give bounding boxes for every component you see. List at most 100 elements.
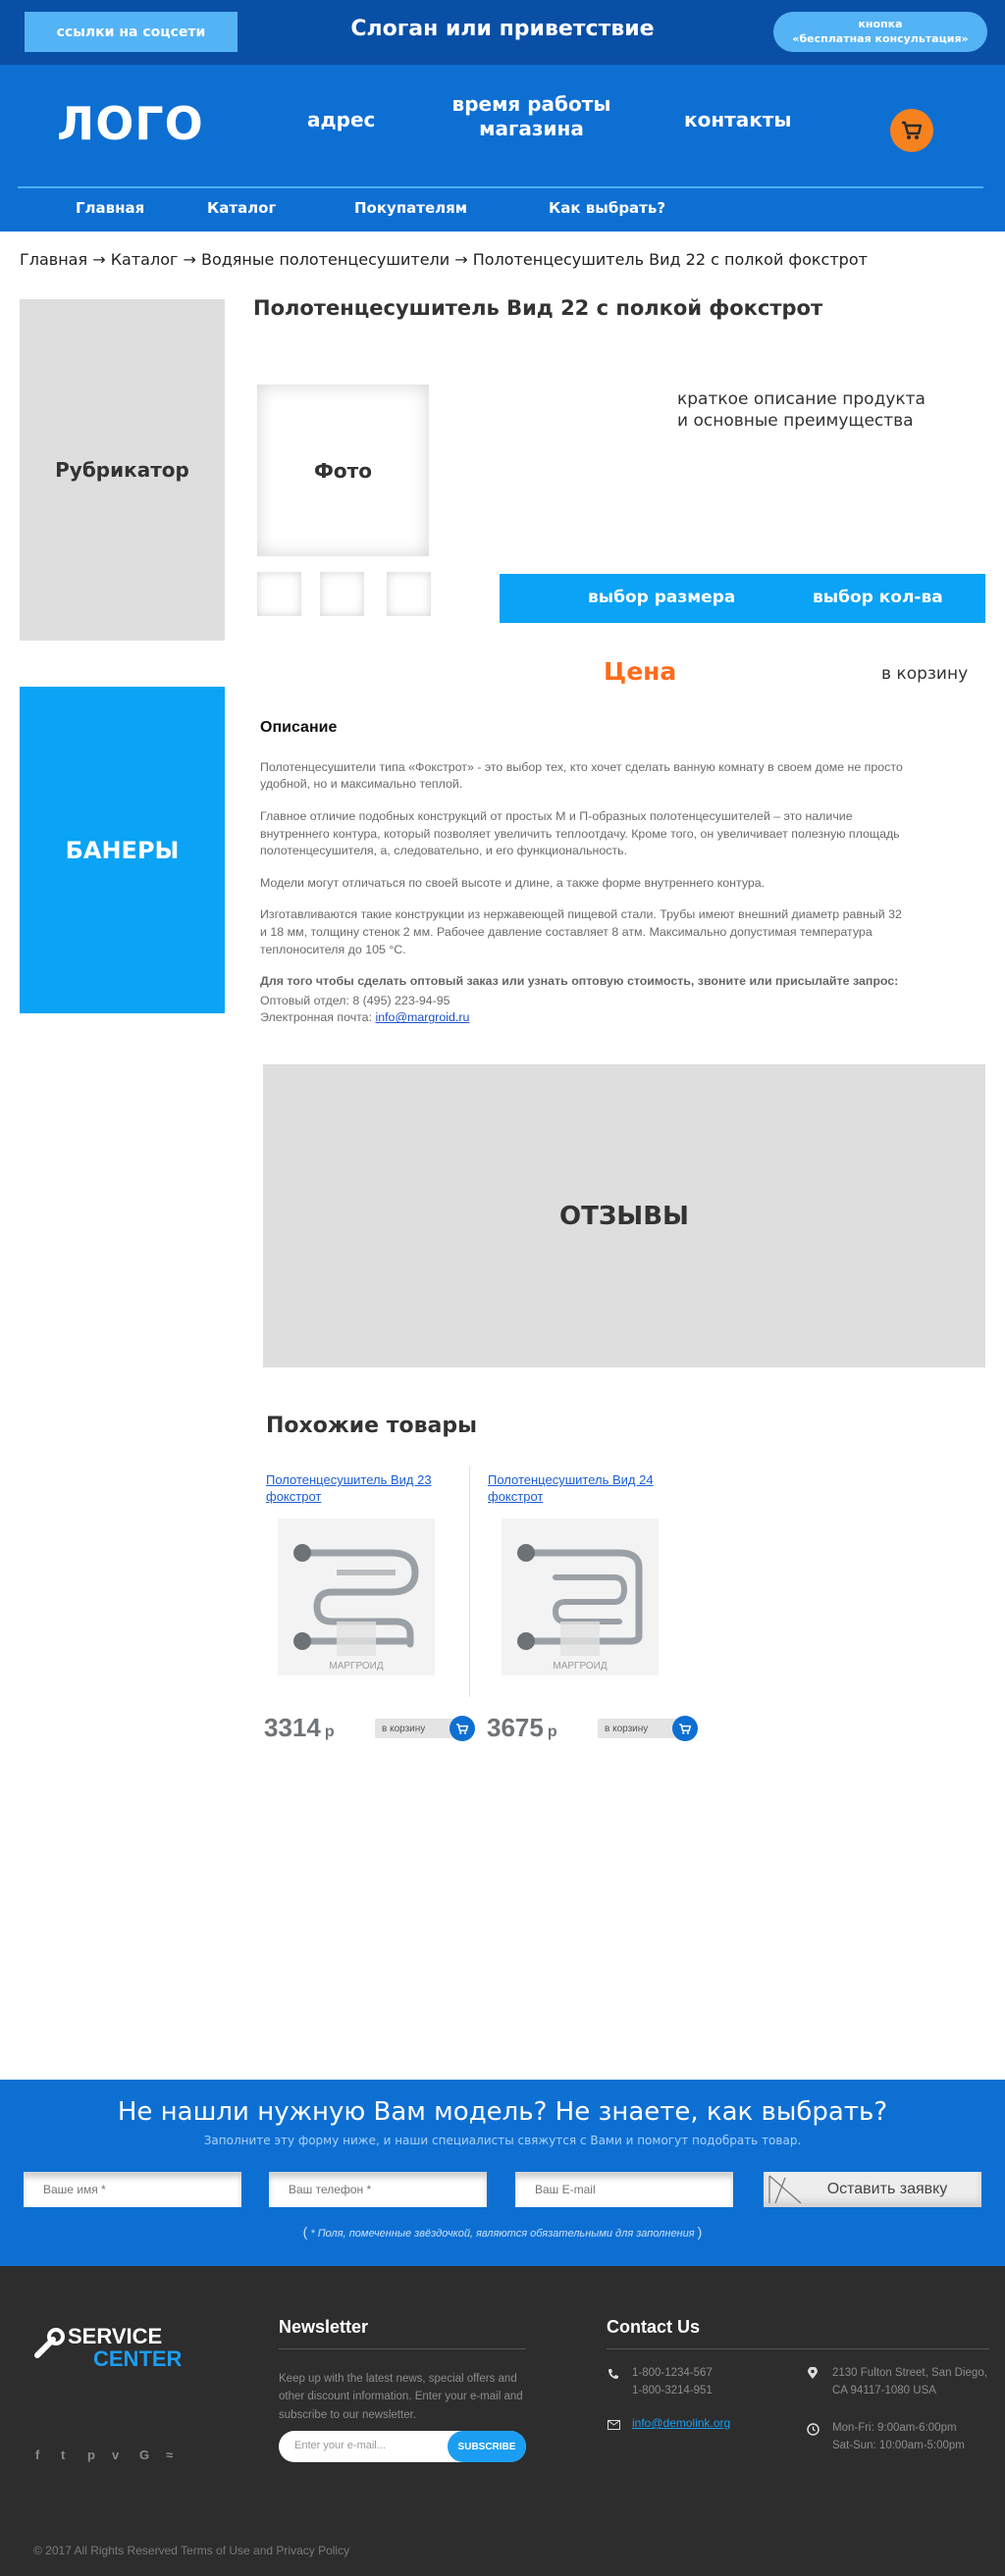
contact-divider bbox=[607, 2348, 989, 2349]
request-subtitle: Заполните эту форму ниже, и наши специал… bbox=[203, 2134, 802, 2147]
similar-product-image[interactable]: МАРГРОИД bbox=[502, 1519, 659, 1675]
menu-how-to-choose[interactable]: Как выбрать? bbox=[549, 199, 665, 217]
clock-icon bbox=[807, 2423, 820, 2436]
similar-divider bbox=[469, 1467, 470, 1697]
similar-add-to-cart-button[interactable]: в корзину bbox=[598, 1716, 698, 1741]
site-header: ЛОГО адрес время работы магазина контакт… bbox=[0, 65, 1005, 232]
required-fields-note: ( * Поля, помеченные звёздочкой, являютс… bbox=[0, 2224, 1005, 2240]
address-line-2: CA 94117-1080 USA bbox=[832, 2385, 936, 2396]
footer: SERVICE CENTER f t p v G ≈ Newsletter Ke… bbox=[0, 2266, 1005, 2576]
email-input[interactable] bbox=[515, 2172, 733, 2207]
address-link[interactable]: адрес bbox=[307, 108, 375, 132]
price-value: 3675 bbox=[487, 1713, 544, 1742]
product-thumbnail[interactable] bbox=[320, 572, 364, 616]
price-currency: р bbox=[324, 1724, 335, 1740]
newsletter-email-input[interactable]: Enter your e-mail... SUBSCRIBE bbox=[279, 2431, 526, 2462]
product-thumbnail[interactable] bbox=[257, 572, 301, 616]
wholesale-phone: Оптовый отдел: 8 (495) 223-94-95 bbox=[260, 993, 450, 1007]
similar-product-link[interactable]: Полотенцесушитель Вид 24 фокстрот bbox=[488, 1472, 674, 1506]
short-desc-line-1: краткое описание продукта bbox=[677, 389, 926, 409]
google-icon[interactable]: G bbox=[139, 2447, 149, 2462]
similar-product-image[interactable]: МАРГРОИД bbox=[278, 1519, 435, 1675]
hours-weekdays: Mon-Fri: 9:00am-6:00pm bbox=[832, 2422, 957, 2434]
banners-placeholder[interactable]: БАНЕРЫ bbox=[20, 687, 225, 1013]
phone-2: 1-800-3214-951 bbox=[632, 2385, 713, 2396]
email-label: Электронная почта: bbox=[260, 1010, 376, 1025]
hours-weekend: Sat-Sun: 10:00am-5:00pm bbox=[832, 2440, 965, 2451]
product-photo[interactable]: Фото bbox=[257, 385, 429, 556]
quantity-select[interactable]: выбор кол-ва bbox=[813, 588, 943, 607]
cart-label: в корзину bbox=[382, 1723, 426, 1734]
request-form-section: Не нашли нужную Вам модель? Не знаете, к… bbox=[0, 2080, 1005, 2266]
newsletter-divider bbox=[279, 2348, 526, 2349]
wholesale-email-link[interactable]: info@margroid.ru bbox=[375, 1010, 469, 1024]
request-title: Не нашли нужную Вам модель? Не знаете, к… bbox=[117, 2097, 888, 2127]
description-paragraph: Модели могут отличаться по своей высоте … bbox=[260, 875, 766, 890]
short-desc-line-2: и основные преимущества bbox=[677, 411, 914, 432]
options-bar: выбор размера выбор кол-ва bbox=[500, 574, 985, 623]
working-hours-link[interactable]: время работы магазина bbox=[450, 92, 613, 141]
description-paragraph: Изготавливаются такие конструкции из нер… bbox=[260, 907, 902, 956]
add-to-cart-button[interactable]: в корзину bbox=[881, 664, 968, 684]
description-heading: Описание bbox=[260, 719, 338, 736]
contact-email-link[interactable]: info@demolink.org bbox=[632, 2416, 730, 2430]
similar-product-link[interactable]: Полотенцесушитель Вид 23 фокстрот bbox=[266, 1472, 452, 1506]
brand-watermark: МАРГРОИД bbox=[553, 1661, 608, 1672]
phone-icon bbox=[608, 2369, 618, 2379]
product-short-description: краткое описание продукта и основные пре… bbox=[677, 388, 926, 432]
facebook-icon[interactable]: f bbox=[35, 2447, 39, 2462]
newsletter-text: Keep up with the latest news, special of… bbox=[279, 2373, 523, 2421]
hours-line-1: время работы bbox=[451, 92, 611, 116]
menu-catalog[interactable]: Каталог bbox=[207, 199, 276, 217]
footer-brand-line-2: CENTER bbox=[93, 2346, 183, 2371]
price-value: 3314 bbox=[264, 1713, 321, 1742]
newsletter-email-placeholder: Enter your e-mail... bbox=[294, 2440, 386, 2451]
name-input[interactable] bbox=[24, 2172, 241, 2207]
similar-product-price: 3675 р bbox=[487, 1713, 557, 1743]
product-thumbnail[interactable] bbox=[387, 572, 431, 616]
mail-icon bbox=[608, 2420, 620, 2430]
brand-watermark: МАРГРОИД bbox=[329, 1661, 384, 1672]
product-price: Цена bbox=[604, 657, 677, 686]
product-description: Описание Полотенцесушители типа «Фокстро… bbox=[260, 717, 903, 1027]
consult-line-2: «бесплатная консультация» bbox=[792, 31, 969, 45]
wholesale-note: Для того чтобы сделать оптовый заказ или… bbox=[260, 974, 899, 989]
menu-customers[interactable]: Покупателям bbox=[354, 199, 467, 217]
cart-button[interactable] bbox=[890, 109, 933, 152]
towel-dryer-image: МАРГРОИД bbox=[517, 1544, 643, 1672]
wholesale-email-row: Электронная почта: info@margroid.ru bbox=[260, 1009, 903, 1027]
description-paragraph: Полотенцесушители типа «Фокстрот» - это … bbox=[260, 759, 903, 792]
send-icon bbox=[768, 2175, 802, 2204]
menu-home[interactable]: Главная bbox=[76, 199, 144, 217]
rss-icon[interactable]: ≈ bbox=[166, 2447, 173, 2462]
photo-label: Фото bbox=[314, 458, 372, 483]
similar-product-price: 3314 р bbox=[264, 1713, 335, 1743]
required-fields-text: * Поля, помеченные звёздочкой, являются … bbox=[310, 2228, 695, 2240]
paren-open-icon: ( bbox=[302, 2224, 308, 2240]
logo[interactable]: ЛОГО bbox=[57, 97, 204, 150]
product-title: Полотенцесушитель Вид 22 с полкой фокстр… bbox=[253, 296, 823, 320]
copyright: © 2017 All Rights Reserved Terms of Use … bbox=[33, 2544, 350, 2557]
phone-1: 1-800-1234-567 bbox=[632, 2367, 713, 2379]
reviews-placeholder: ОТЗЫВЫ bbox=[263, 1064, 985, 1367]
consult-line-1: кнопка bbox=[858, 17, 903, 30]
contact-title: Contact Us bbox=[607, 2317, 701, 2337]
price-currency: р bbox=[547, 1724, 557, 1740]
submit-label: Оставить заявку bbox=[826, 2181, 948, 2197]
twitter-icon[interactable]: t bbox=[61, 2447, 65, 2462]
wrench-icon bbox=[34, 2328, 65, 2358]
similar-products-title: Похожие товары bbox=[266, 1414, 477, 1438]
hours-line-2: магазина bbox=[479, 117, 584, 140]
pinterest-icon[interactable]: p bbox=[87, 2447, 95, 2462]
phone-input[interactable] bbox=[269, 2172, 487, 2207]
breadcrumb[interactable]: Главная → Каталог → Водяные полотенцесуш… bbox=[20, 250, 868, 269]
similar-add-to-cart-button[interactable]: в корзину bbox=[375, 1716, 475, 1741]
cart-icon bbox=[672, 1716, 698, 1741]
subscribe-button[interactable]: SUBSCRIBE bbox=[448, 2431, 526, 2462]
size-select[interactable]: выбор размера bbox=[588, 588, 735, 607]
cart-icon bbox=[902, 121, 923, 139]
contacts-link[interactable]: контакты bbox=[684, 108, 791, 132]
free-consultation-button[interactable]: кнопка «бесплатная консультация» bbox=[773, 12, 987, 52]
vimeo-icon[interactable]: v bbox=[112, 2447, 119, 2462]
submit-request-button[interactable]: Оставить заявку bbox=[764, 2172, 981, 2207]
